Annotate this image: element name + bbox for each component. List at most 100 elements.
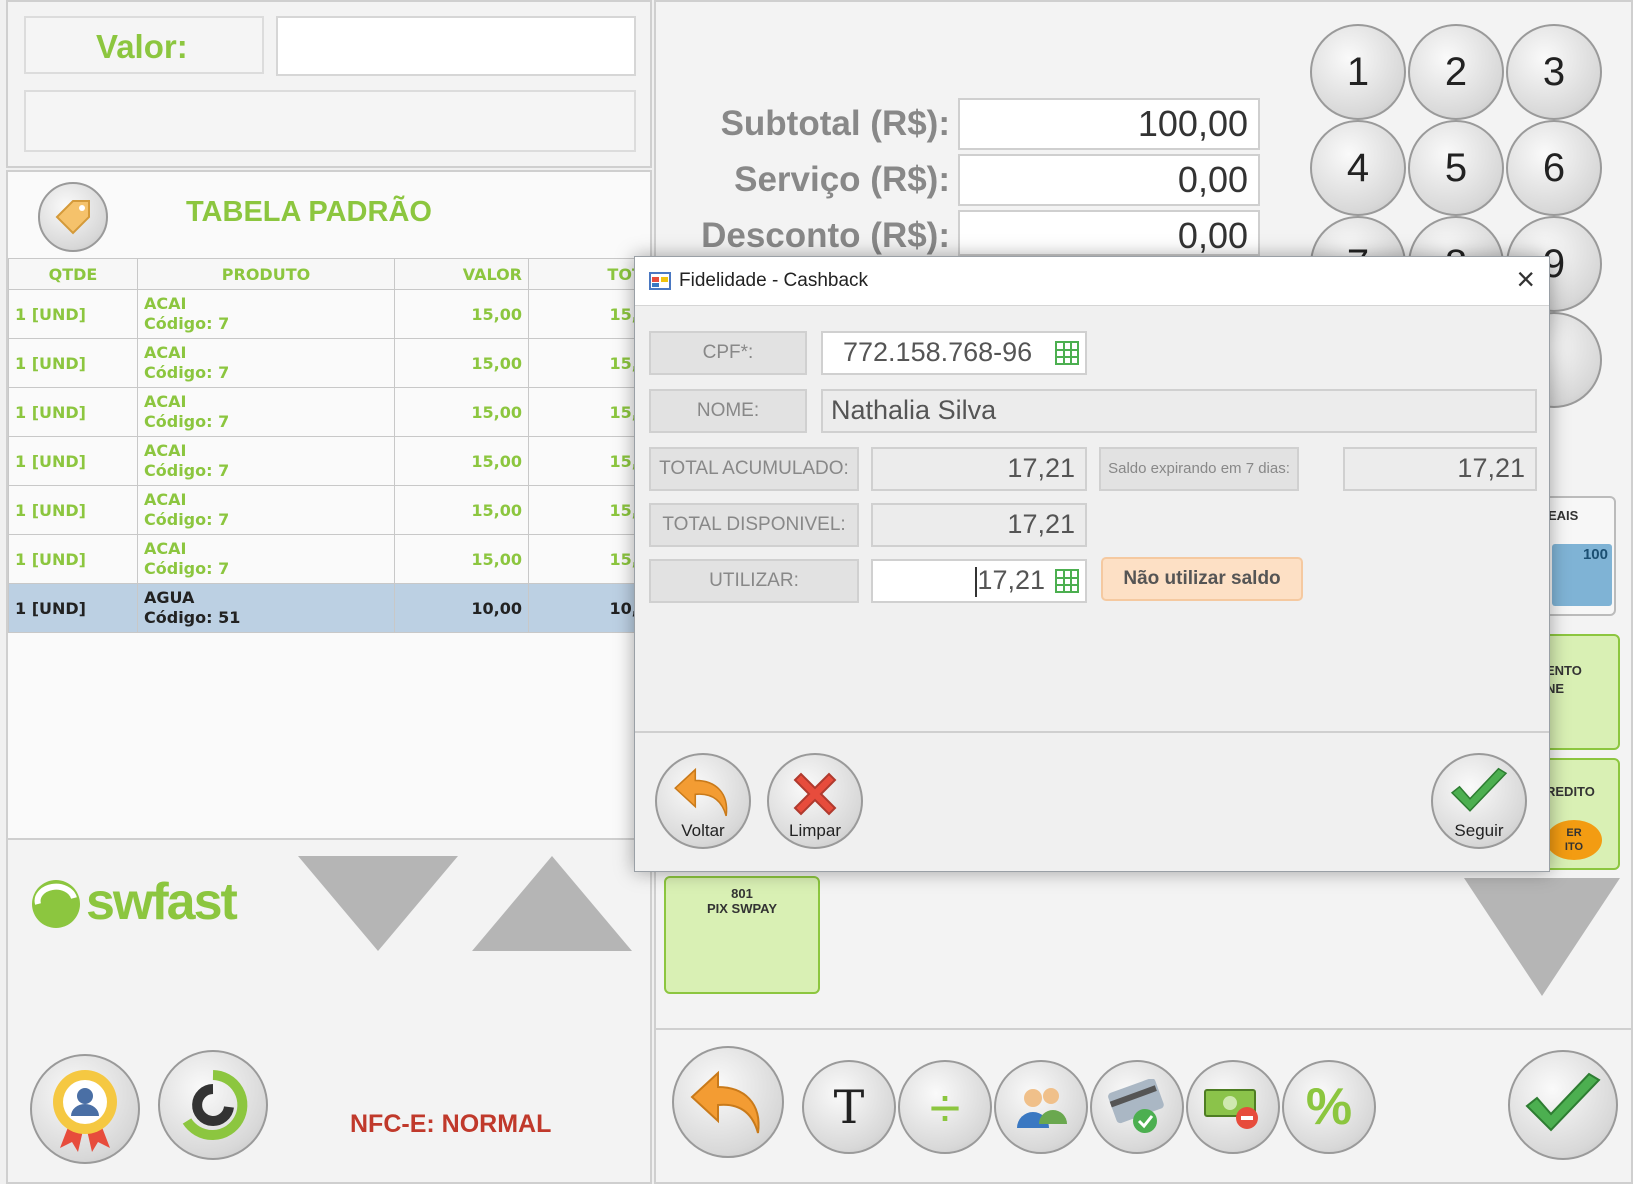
price-tag-button[interactable] (38, 182, 108, 252)
keypad-6[interactable]: 6 (1506, 120, 1602, 216)
nome-label: NOME: (649, 389, 807, 433)
keyboard-grid-icon[interactable] (1055, 569, 1079, 593)
nfce-status: NFC-E: NORMAL (350, 1110, 552, 1138)
table-row[interactable]: 1 [UND] ACAI Código: 7 15,00 15,0 (8, 436, 656, 486)
table-row[interactable]: 1 [UND] AGUA Código: 51 10,00 10,0 (8, 583, 656, 633)
row-qty: 1 [UND] (8, 436, 138, 486)
users-icon (1017, 1088, 1067, 1128)
cash-remove-button[interactable] (1186, 1060, 1280, 1154)
valor-panel: Valor: (6, 0, 652, 168)
seguir-button[interactable]: Seguir (1431, 753, 1527, 849)
row-qty: 1 [UND] (8, 338, 138, 388)
desconto-value: 0,00 (958, 210, 1260, 256)
row-product-code: Código: 7 (144, 510, 230, 529)
divide-button[interactable]: ÷ (898, 1060, 992, 1154)
valor-label-box: Valor: (24, 16, 264, 74)
row-value: 15,00 (394, 338, 529, 388)
limpar-button[interactable]: Limpar (767, 753, 863, 849)
utilizar-label: UTILIZAR: (649, 559, 859, 603)
voltar-label: Voltar (681, 821, 725, 840)
row-value: 15,00 (394, 436, 529, 486)
swfast-logo-icon (32, 880, 80, 928)
keypad-5[interactable]: 5 (1408, 120, 1504, 216)
table-row[interactable]: 1 [UND] ACAI Código: 7 15,00 15,0 (8, 534, 656, 584)
payment-movimento-label: ENTO NE (1546, 663, 1582, 696)
undo-arrow-icon (690, 1070, 760, 1134)
payments-scroll-down-button[interactable] (1464, 878, 1620, 996)
loyalty-badge-button[interactable] (30, 1054, 140, 1164)
banknote-icon: 100 (1552, 544, 1612, 606)
payment-pix-button[interactable]: 801 PIX SWPAY (664, 876, 820, 994)
subtotal-value: 100,00 (958, 98, 1260, 150)
keypad-3[interactable]: 3 (1506, 24, 1602, 120)
total-disponivel-label: TOTAL DISPONIVEL: (649, 503, 859, 547)
clear-x-icon (793, 772, 837, 816)
undo-arrow-icon (674, 767, 728, 817)
checkmark-icon (1450, 767, 1508, 812)
valor-info-bar (24, 90, 636, 152)
keypad-1[interactable]: 1 (1310, 24, 1406, 120)
swfast-logo-text: swfast (86, 873, 238, 931)
customers-button[interactable] (994, 1060, 1088, 1154)
row-product-name: ACAI (144, 441, 187, 460)
cpf-label: CPF*: (649, 331, 807, 375)
table-title: TABELA PADRÃO (186, 196, 432, 228)
total-acumulado-value: 17,21 (871, 447, 1087, 491)
row-product: AGUA Código: 51 (137, 583, 395, 633)
keyboard-grid-icon[interactable] (1055, 341, 1079, 365)
scroll-down-button[interactable] (298, 856, 458, 951)
app-window-icon (649, 272, 671, 290)
desconto-label: Desconto (R$): (701, 216, 950, 255)
table-row[interactable]: 1 [UND] ACAI Código: 7 15,00 15,0 (8, 289, 656, 339)
row-value: 15,00 (394, 534, 529, 584)
row-qty: 1 [UND] (8, 534, 138, 584)
dialog-close-button[interactable]: × (1516, 261, 1535, 298)
row-product-code: Código: 7 (144, 412, 230, 431)
table-row[interactable]: 1 [UND] ACAI Código: 7 15,00 15,0 (8, 387, 656, 437)
limpar-label: Limpar (789, 821, 841, 840)
text-button[interactable]: T (802, 1060, 896, 1154)
row-product: ACAI Código: 7 (137, 338, 395, 388)
nao-utilizar-saldo-button[interactable]: Não utilizar saldo (1101, 557, 1303, 601)
valor-label: Valor: (96, 28, 188, 65)
row-product-code: Código: 7 (144, 314, 230, 333)
total-acumulado-label: TOTAL ACUMULADO: (649, 447, 859, 491)
checkmark-icon (1525, 1072, 1601, 1132)
header-produto: PRODUTO (137, 258, 395, 290)
seguir-label: Seguir (1454, 821, 1504, 840)
discount-percent-button[interactable]: % (1282, 1060, 1376, 1154)
dialog-title: Fidelidade - Cashback (679, 270, 869, 291)
row-product-name: ACAI (144, 392, 187, 411)
card-payment-button[interactable] (1090, 1060, 1184, 1154)
back-button[interactable] (672, 1046, 784, 1158)
header-qtde: QTDE (8, 258, 138, 290)
keypad-2[interactable]: 2 (1408, 24, 1504, 120)
keypad-4[interactable]: 4 (1310, 120, 1406, 216)
product-table: QTDE PRODUTO VALOR TOTA 1 [UND] ACAI Códig… (8, 258, 656, 633)
text-cursor (975, 567, 977, 597)
row-product-code: Código: 7 (144, 461, 230, 480)
table-row[interactable]: 1 [UND] ACAI Código: 7 15,00 15,0 (8, 485, 656, 535)
refresh-logo-icon (182, 1070, 248, 1140)
row-product: ACAI Código: 7 (137, 387, 395, 437)
dialog-title-bar: Fidelidade - Cashback × (635, 257, 1549, 306)
row-product-name: ACAI (144, 539, 187, 558)
scroll-up-button[interactable] (472, 856, 632, 951)
voltar-button[interactable]: Voltar (655, 753, 751, 849)
cashback-dialog: Fidelidade - Cashback × CPF*: 772.158.76… (634, 256, 1550, 872)
row-product-name: ACAI (144, 343, 187, 362)
row-product-code: Código: 51 (144, 608, 241, 627)
pix-code: 801 (731, 886, 753, 901)
row-value: 10,00 (394, 583, 529, 633)
cpf-input[interactable]: 772.158.768-96 (821, 331, 1087, 375)
finish-sale-button[interactable] (1508, 1050, 1618, 1160)
table-row[interactable]: 1 [UND] ACAI Código: 7 15,00 15,0 (8, 338, 656, 388)
row-product: ACAI Código: 7 (137, 436, 395, 486)
row-qty: 1 [UND] (8, 289, 138, 339)
sync-button[interactable] (158, 1050, 268, 1160)
valor-input[interactable] (276, 16, 636, 76)
row-qty: 1 [UND] (8, 583, 138, 633)
utilizar-input[interactable]: 17,21 (871, 559, 1087, 603)
row-product-name: AGUA (144, 588, 195, 607)
row-value: 15,00 (394, 485, 529, 535)
